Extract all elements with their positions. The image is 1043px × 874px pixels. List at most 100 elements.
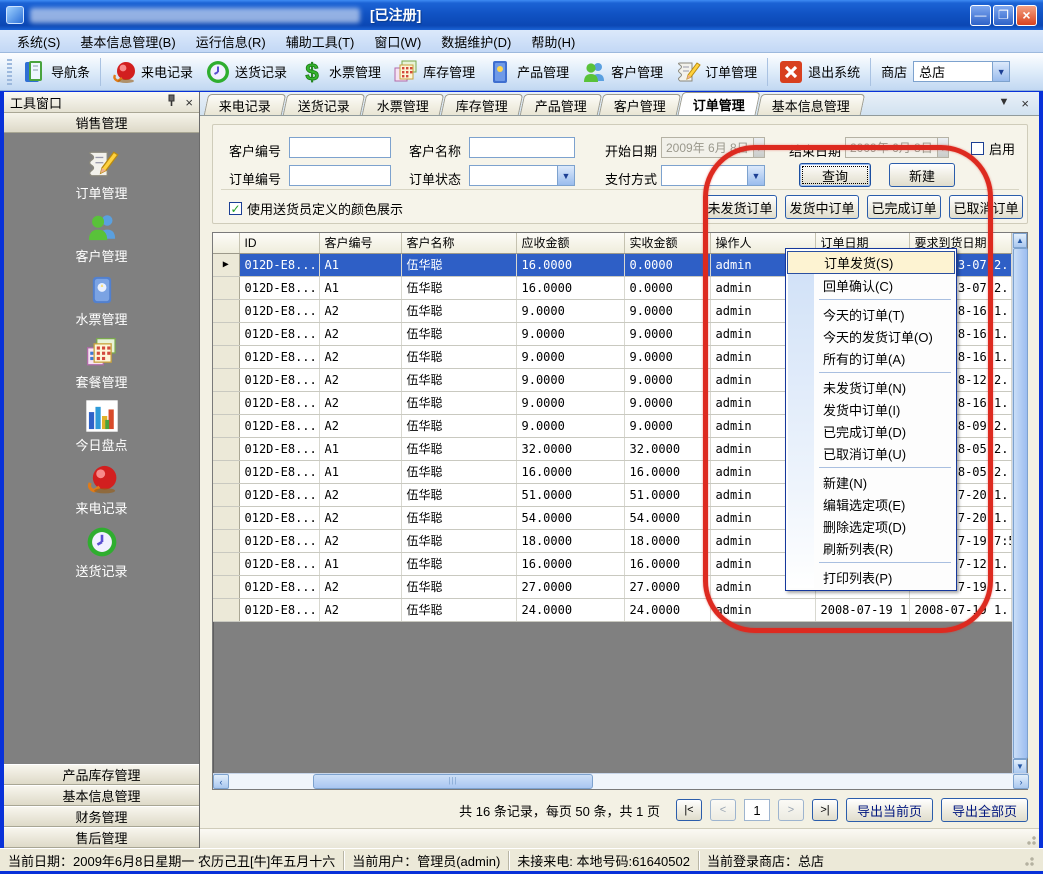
table-row[interactable]: 012D-E8...A2伍华聪24.000024.0000admin2008-0… <box>213 598 1011 621</box>
customer-name-input[interactable] <box>469 137 575 158</box>
context-menu-item[interactable]: 所有的订单(A) <box>787 347 955 369</box>
context-menu-item[interactable]: 回单确认(C) <box>787 274 955 296</box>
row-selector[interactable] <box>213 437 239 460</box>
vertical-scrollbar[interactable]: ▲ ▼ <box>1012 233 1027 774</box>
enable-checkbox[interactable]: 启用 <box>971 139 1015 158</box>
start-date-picker[interactable]: 2009年 6月 8日▼ <box>661 137 765 158</box>
first-page-button[interactable]: |< <box>676 799 702 821</box>
query-button[interactable]: 查询 <box>799 163 871 187</box>
tab-order[interactable]: 订单管理 <box>678 92 761 115</box>
next-page-button[interactable]: > <box>778 799 804 821</box>
tab-product[interactable]: 产品管理 <box>520 94 602 115</box>
context-menu-item[interactable]: 未发货订单(N) <box>787 376 955 398</box>
sidebar-group-after-sales[interactable]: 售后管理 <box>4 827 199 848</box>
tab-water-ticket[interactable]: 水票管理 <box>362 94 444 115</box>
context-menu-item[interactable]: 编辑选定项(E) <box>787 493 955 515</box>
row-selector[interactable] <box>213 414 239 437</box>
horizontal-scrollbar[interactable]: ‹ › <box>213 773 1029 789</box>
row-selector[interactable] <box>213 506 239 529</box>
context-menu-item[interactable]: 已完成订单(D) <box>787 420 955 442</box>
row-selector[interactable] <box>213 345 239 368</box>
horizontal-scroll-thumb[interactable] <box>313 774 593 789</box>
sidebar-item-order-mgmt[interactable]: 订单管理 <box>4 143 199 206</box>
scroll-right-icon[interactable]: › <box>1013 774 1029 789</box>
column-header[interactable] <box>213 233 239 253</box>
row-selector[interactable] <box>213 529 239 552</box>
tab-delivery[interactable]: 送货记录 <box>283 94 365 115</box>
toolbar-order[interactable]: 订单管理 <box>669 56 763 88</box>
page-number-input[interactable]: 1 <box>744 799 770 821</box>
row-selector[interactable]: ▶ <box>213 253 239 276</box>
row-selector[interactable] <box>213 598 239 621</box>
column-header[interactable]: ID <box>239 233 319 253</box>
order-no-input[interactable] <box>289 165 391 186</box>
pay-method-select[interactable]: ▼ <box>661 165 765 186</box>
menu-data-maintain[interactable]: 数据维护(D) <box>432 30 520 53</box>
toolbar-navbar[interactable]: 导航条 <box>15 56 96 88</box>
toolbar-exit[interactable]: 退出系统 <box>772 56 866 88</box>
unshipped-orders-button[interactable]: 未发货订单 <box>703 195 777 219</box>
chevron-down-icon[interactable]: ▼ <box>992 62 1009 81</box>
vertical-scroll-thumb[interactable] <box>1013 248 1028 759</box>
end-date-picker[interactable]: 2009年 6月 8日▼ <box>845 137 949 158</box>
context-menu-item[interactable]: 刷新列表(R) <box>787 537 955 559</box>
scroll-left-icon[interactable]: ‹ <box>213 774 229 789</box>
tab-close-icon[interactable]: × <box>1021 96 1029 111</box>
cancelled-orders-button[interactable]: 已取消订单 <box>949 195 1023 219</box>
close-button[interactable]: × <box>1016 5 1037 26</box>
tab-customer[interactable]: 客户管理 <box>599 94 681 115</box>
row-selector[interactable] <box>213 460 239 483</box>
row-selector[interactable] <box>213 552 239 575</box>
customer-no-input[interactable] <box>289 137 391 158</box>
menu-system[interactable]: 系统(S) <box>8 30 69 53</box>
context-menu-item[interactable]: 订单发货(S) <box>787 251 955 274</box>
toolbar-water-ticket[interactable]: $ 水票管理 <box>293 56 387 88</box>
sidebar-item-incoming-call[interactable]: 来电记录 <box>4 458 199 521</box>
sidebar-group-product-inventory[interactable]: 产品库存管理 <box>4 764 199 785</box>
tab-basic-info[interactable]: 基本信息管理 <box>757 94 865 115</box>
toolbar-product[interactable]: 产品管理 <box>481 56 575 88</box>
row-selector[interactable] <box>213 368 239 391</box>
sidebar-item-package-mgmt[interactable]: 套餐管理 <box>4 332 199 395</box>
new-button[interactable]: 新建 <box>889 163 955 187</box>
context-menu-item[interactable]: 已取消订单(U) <box>787 442 955 464</box>
column-header[interactable]: 应收金额 <box>516 233 624 253</box>
context-menu-item[interactable]: 新建(N) <box>787 471 955 493</box>
sidebar-item-delivery[interactable]: 送货记录 <box>4 521 199 584</box>
scroll-up-icon[interactable]: ▲ <box>1013 233 1027 248</box>
context-menu-item[interactable]: 打印列表(P) <box>787 566 955 588</box>
delivery-color-checkbox[interactable]: ✓ 使用送货员定义的颜色展示 <box>229 199 403 218</box>
column-header[interactable]: 客户编号 <box>319 233 401 253</box>
store-select[interactable]: 总店 ▼ <box>913 61 1010 82</box>
minimize-button[interactable]: — <box>970 5 991 26</box>
menu-aux-tools[interactable]: 辅助工具(T) <box>277 30 364 53</box>
row-selector[interactable] <box>213 483 239 506</box>
sidebar-group-sales[interactable]: 销售管理 <box>4 113 199 133</box>
completed-orders-button[interactable]: 已完成订单 <box>867 195 941 219</box>
export-all-pages-button[interactable]: 导出全部页 <box>941 798 1028 822</box>
row-selector[interactable] <box>213 575 239 598</box>
close-icon[interactable]: × <box>185 95 193 110</box>
menu-run-info[interactable]: 运行信息(R) <box>187 30 275 53</box>
tab-incoming-call[interactable]: 来电记录 <box>204 94 286 115</box>
context-menu-item[interactable]: 发货中订单(I) <box>787 398 955 420</box>
prev-page-button[interactable]: < <box>710 799 736 821</box>
row-selector[interactable] <box>213 322 239 345</box>
row-selector[interactable] <box>213 299 239 322</box>
toolbar-customer[interactable]: 客户管理 <box>575 56 669 88</box>
toolbar-delivery[interactable]: 送货记录 <box>199 56 293 88</box>
sidebar-item-today-stocktake[interactable]: 今日盘点 <box>4 395 199 458</box>
tab-inventory[interactable]: 库存管理 <box>441 94 523 115</box>
menu-help[interactable]: 帮助(H) <box>522 30 584 53</box>
tab-list-chevron-icon[interactable]: ▼ <box>999 96 1010 111</box>
sidebar-item-water-ticket-mgmt[interactable]: 水票管理 <box>4 269 199 332</box>
order-status-select[interactable]: ▼ <box>469 165 575 186</box>
shipping-orders-button[interactable]: 发货中订单 <box>785 195 859 219</box>
toolbar-incoming-call[interactable]: 来电记录 <box>105 56 199 88</box>
export-current-page-button[interactable]: 导出当前页 <box>846 798 933 822</box>
column-header[interactable]: 客户名称 <box>401 233 516 253</box>
context-menu-item[interactable]: 今天的发货订单(O) <box>787 325 955 347</box>
sidebar-item-customer-mgmt[interactable]: 客户管理 <box>4 206 199 269</box>
menu-window[interactable]: 窗口(W) <box>365 30 430 53</box>
last-page-button[interactable]: >| <box>812 799 838 821</box>
